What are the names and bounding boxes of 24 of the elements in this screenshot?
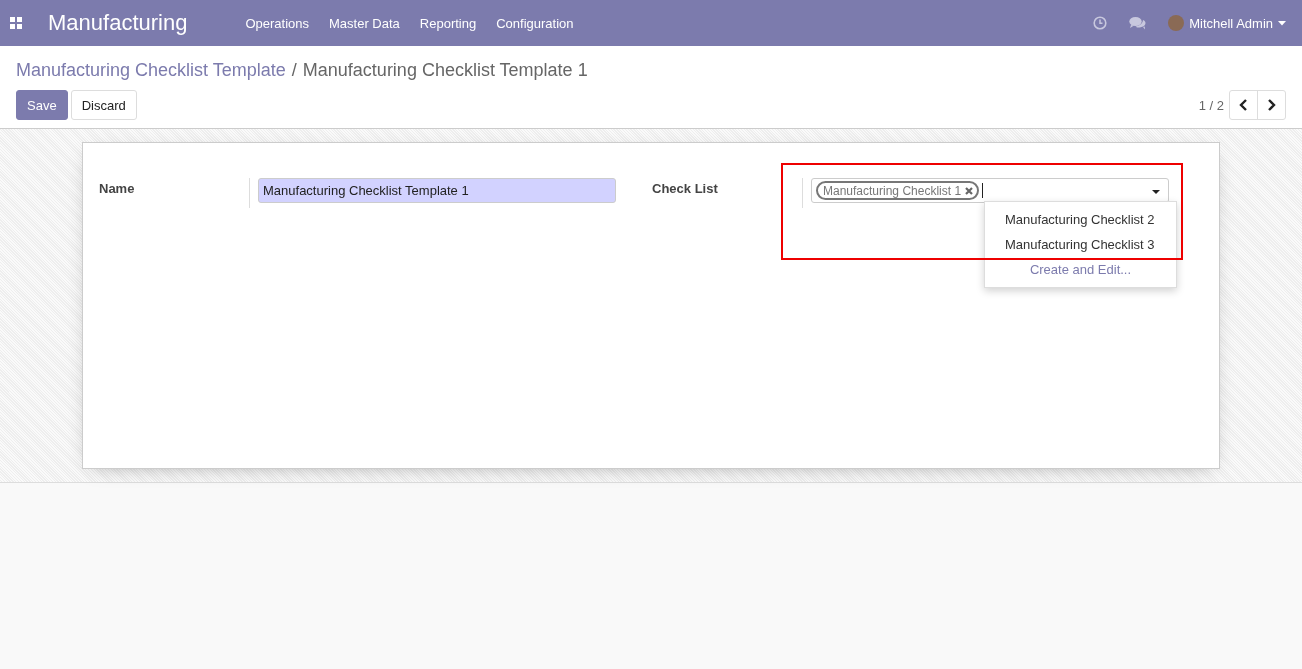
discard-button[interactable]: Discard	[70, 90, 137, 120]
avatar	[1168, 15, 1185, 31]
caret-icon	[1278, 20, 1286, 26]
remove-icon[interactable]	[965, 186, 974, 195]
dropdown-caret-icon[interactable]	[1152, 190, 1160, 194]
breadcrumb-current: Manufacturing Checklist Template 1	[302, 59, 588, 81]
menu-item[interactable]: Configuration	[486, 15, 584, 31]
user-menu[interactable]: Mitchell Admin	[1168, 15, 1286, 31]
save-button[interactable]: Save	[16, 90, 68, 120]
dropdown-option[interactable]: Manufacturing Checklist 2	[985, 207, 1176, 232]
menu-item[interactable]: Operations	[235, 15, 319, 31]
name-input-field[interactable]: Manufacturing Checklist Template 1	[258, 178, 616, 203]
pager-counter: 1 / 2	[1198, 97, 1224, 113]
app-title: Manufacturing	[48, 10, 188, 36]
tag-label: Manufacturing Checklist 1	[823, 183, 962, 198]
field-label: Check List	[652, 180, 719, 198]
breadcrumb-separator: /	[291, 59, 297, 81]
dropdown-option[interactable]: Manufacturing Checklist 3	[985, 232, 1176, 257]
breadcrumb-link[interactable]: Manufacturing Checklist Template	[16, 59, 286, 81]
field-label: Name	[99, 180, 136, 198]
apps-menu-icon[interactable]	[10, 17, 22, 29]
menu-item[interactable]: Reporting	[409, 15, 487, 31]
create-and-edit-link[interactable]: Create and Edit...	[985, 257, 1176, 282]
menu-item[interactable]: Master Data	[319, 15, 410, 31]
